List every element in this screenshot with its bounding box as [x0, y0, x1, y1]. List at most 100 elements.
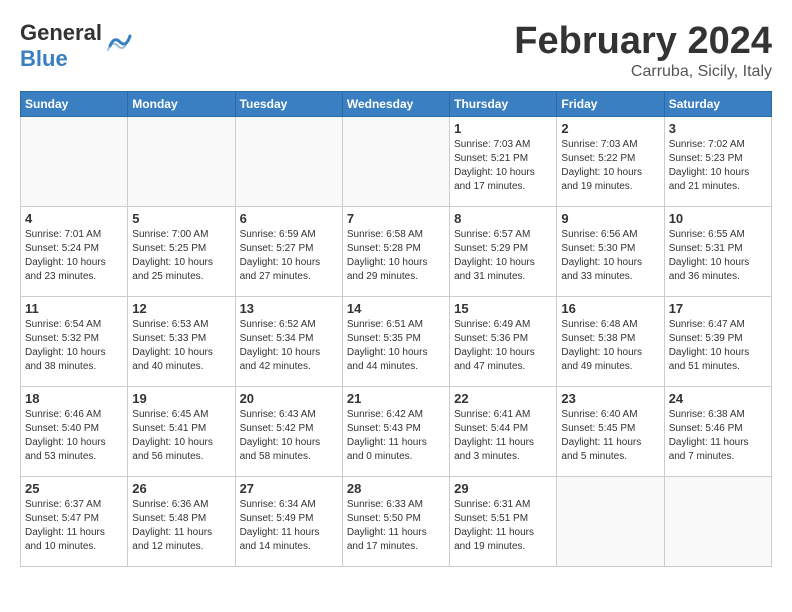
day-number: 24 [669, 391, 767, 406]
day-info: Sunrise: 7:02 AM Sunset: 5:23 PM Dayligh… [669, 138, 767, 194]
calendar-day [128, 117, 235, 207]
calendar-day [664, 477, 771, 567]
calendar-day [21, 117, 128, 207]
day-number: 17 [669, 301, 767, 316]
day-info: Sunrise: 6:37 AM Sunset: 5:47 PM Dayligh… [25, 498, 123, 554]
weekday-header-thursday: Thursday [450, 92, 557, 117]
day-number: 9 [561, 211, 659, 226]
calendar-day: 21 Sunrise: 6:42 AM Sunset: 5:43 PM Dayli… [342, 387, 449, 477]
day-info: Sunrise: 6:47 AM Sunset: 5:39 PM Dayligh… [669, 318, 767, 374]
day-number: 22 [454, 391, 552, 406]
day-info: Sunrise: 6:58 AM Sunset: 5:28 PM Dayligh… [347, 228, 445, 284]
title-block: February 2024 Carruba, Sicily, Italy [514, 20, 772, 81]
day-info: Sunrise: 6:49 AM Sunset: 5:36 PM Dayligh… [454, 318, 552, 374]
calendar-day: 18 Sunrise: 6:46 AM Sunset: 5:40 PM Dayli… [21, 387, 128, 477]
day-number: 23 [561, 391, 659, 406]
day-number: 29 [454, 481, 552, 496]
day-info: Sunrise: 6:51 AM Sunset: 5:35 PM Dayligh… [347, 318, 445, 374]
weekday-header-sunday: Sunday [21, 92, 128, 117]
calendar-day: 10 Sunrise: 6:55 AM Sunset: 5:31 PM Dayli… [664, 207, 771, 297]
calendar-week-1: 1 Sunrise: 7:03 AM Sunset: 5:21 PM Daylig… [21, 117, 772, 207]
weekday-header-tuesday: Tuesday [235, 92, 342, 117]
logo: General Blue [20, 20, 134, 72]
day-number: 10 [669, 211, 767, 226]
day-number: 13 [240, 301, 338, 316]
day-info: Sunrise: 6:48 AM Sunset: 5:38 PM Dayligh… [561, 318, 659, 374]
day-number: 26 [132, 481, 230, 496]
day-number: 5 [132, 211, 230, 226]
day-info: Sunrise: 6:57 AM Sunset: 5:29 PM Dayligh… [454, 228, 552, 284]
calendar-day: 6Sunrise: 6:59 AM Sunset: 5:27 PM Daylig… [235, 207, 342, 297]
day-info: Sunrise: 6:45 AM Sunset: 5:41 PM Dayligh… [132, 408, 230, 464]
day-info: Sunrise: 6:46 AM Sunset: 5:40 PM Dayligh… [25, 408, 123, 464]
day-info: Sunrise: 6:33 AM Sunset: 5:50 PM Dayligh… [347, 498, 445, 554]
calendar-header-row: SundayMondayTuesdayWednesdayThursdayFrid… [21, 92, 772, 117]
day-number: 2 [561, 121, 659, 136]
calendar-day [342, 117, 449, 207]
day-number: 1 [454, 121, 552, 136]
logo-wave-icon [106, 26, 134, 59]
day-info: Sunrise: 7:00 AM Sunset: 5:25 PM Dayligh… [132, 228, 230, 284]
calendar-day: 9 Sunrise: 6:56 AM Sunset: 5:30 PM Daylig… [557, 207, 664, 297]
calendar-day: 15 Sunrise: 6:49 AM Sunset: 5:36 PM Dayli… [450, 297, 557, 387]
day-info: Sunrise: 6:55 AM Sunset: 5:31 PM Dayligh… [669, 228, 767, 284]
day-info: Sunrise: 6:41 AM Sunset: 5:44 PM Dayligh… [454, 408, 552, 464]
weekday-header-monday: Monday [128, 92, 235, 117]
day-number: 20 [240, 391, 338, 406]
calendar-day [235, 117, 342, 207]
calendar-day: 19Sunrise: 6:45 AM Sunset: 5:41 PM Dayli… [128, 387, 235, 477]
day-info: Sunrise: 6:56 AM Sunset: 5:30 PM Dayligh… [561, 228, 659, 284]
calendar-day: 3 Sunrise: 7:02 AM Sunset: 5:23 PM Daylig… [664, 117, 771, 207]
day-info: Sunrise: 6:53 AM Sunset: 5:33 PM Dayligh… [132, 318, 230, 374]
day-number: 21 [347, 391, 445, 406]
day-number: 18 [25, 391, 123, 406]
day-info: Sunrise: 6:34 AM Sunset: 5:49 PM Dayligh… [240, 498, 338, 554]
weekday-header-saturday: Saturday [664, 92, 771, 117]
day-number: 25 [25, 481, 123, 496]
calendar-day: 16Sunrise: 6:48 AM Sunset: 5:38 PM Dayli… [557, 297, 664, 387]
calendar-day: 12 Sunrise: 6:53 AM Sunset: 5:33 PM Dayli… [128, 297, 235, 387]
calendar-day: 26 Sunrise: 6:36 AM Sunset: 5:48 PM Dayli… [128, 477, 235, 567]
calendar-day: 4 Sunrise: 7:01 AM Sunset: 5:24 PM Daylig… [21, 207, 128, 297]
day-number: 14 [347, 301, 445, 316]
day-info: Sunrise: 7:03 AM Sunset: 5:22 PM Dayligh… [561, 138, 659, 194]
calendar-day: 27 Sunrise: 6:34 AM Sunset: 5:49 PM Dayli… [235, 477, 342, 567]
day-info: Sunrise: 6:42 AM Sunset: 5:43 PM Dayligh… [347, 408, 445, 464]
location: Carruba, Sicily, Italy [514, 63, 772, 81]
calendar-day: 2 Sunrise: 7:03 AM Sunset: 5:22 PM Daylig… [557, 117, 664, 207]
logo-text: General Blue [20, 20, 102, 72]
day-number: 12 [132, 301, 230, 316]
calendar-day: 20 Sunrise: 6:43 AM Sunset: 5:42 PM Dayli… [235, 387, 342, 477]
day-number: 4 [25, 211, 123, 226]
logo-general: General [20, 20, 102, 45]
day-info: Sunrise: 7:01 AM Sunset: 5:24 PM Dayligh… [25, 228, 123, 284]
day-info: Sunrise: 6:36 AM Sunset: 5:48 PM Dayligh… [132, 498, 230, 554]
weekday-header-friday: Friday [557, 92, 664, 117]
day-number: 3 [669, 121, 767, 136]
calendar-day: 25 Sunrise: 6:37 AM Sunset: 5:47 PM Dayli… [21, 477, 128, 567]
calendar-day [557, 477, 664, 567]
day-info: Sunrise: 6:31 AM Sunset: 5:51 PM Dayligh… [454, 498, 552, 554]
calendar-day: 29 Sunrise: 6:31 AM Sunset: 5:51 PM Dayli… [450, 477, 557, 567]
day-number: 11 [25, 301, 123, 316]
calendar-week-4: 18 Sunrise: 6:46 AM Sunset: 5:40 PM Dayli… [21, 387, 772, 477]
calendar-day: 1 Sunrise: 7:03 AM Sunset: 5:21 PM Daylig… [450, 117, 557, 207]
day-number: 8 [454, 211, 552, 226]
calendar-week-5: 25 Sunrise: 6:37 AM Sunset: 5:47 PM Dayli… [21, 477, 772, 567]
month-title: February 2024 [514, 20, 772, 63]
day-number: 6 [240, 211, 338, 226]
calendar-day: 7Sunrise: 6:58 AM Sunset: 5:28 PM Daylig… [342, 207, 449, 297]
day-number: 28 [347, 481, 445, 496]
calendar-day: 11Sunrise: 6:54 AM Sunset: 5:32 PM Dayli… [21, 297, 128, 387]
calendar-table: SundayMondayTuesdayWednesdayThursdayFrid… [20, 91, 772, 567]
calendar-day: 22 Sunrise: 6:41 AM Sunset: 5:44 PM Dayli… [450, 387, 557, 477]
day-info: Sunrise: 6:40 AM Sunset: 5:45 PM Dayligh… [561, 408, 659, 464]
day-number: 15 [454, 301, 552, 316]
day-info: Sunrise: 6:52 AM Sunset: 5:34 PM Dayligh… [240, 318, 338, 374]
day-number: 27 [240, 481, 338, 496]
calendar-day: 5 Sunrise: 7:00 AM Sunset: 5:25 PM Daylig… [128, 207, 235, 297]
day-info: Sunrise: 7:03 AM Sunset: 5:21 PM Dayligh… [454, 138, 552, 194]
calendar-day: 24Sunrise: 6:38 AM Sunset: 5:46 PM Dayli… [664, 387, 771, 477]
day-info: Sunrise: 6:43 AM Sunset: 5:42 PM Dayligh… [240, 408, 338, 464]
calendar-day: 23 Sunrise: 6:40 AM Sunset: 5:45 PM Dayli… [557, 387, 664, 477]
